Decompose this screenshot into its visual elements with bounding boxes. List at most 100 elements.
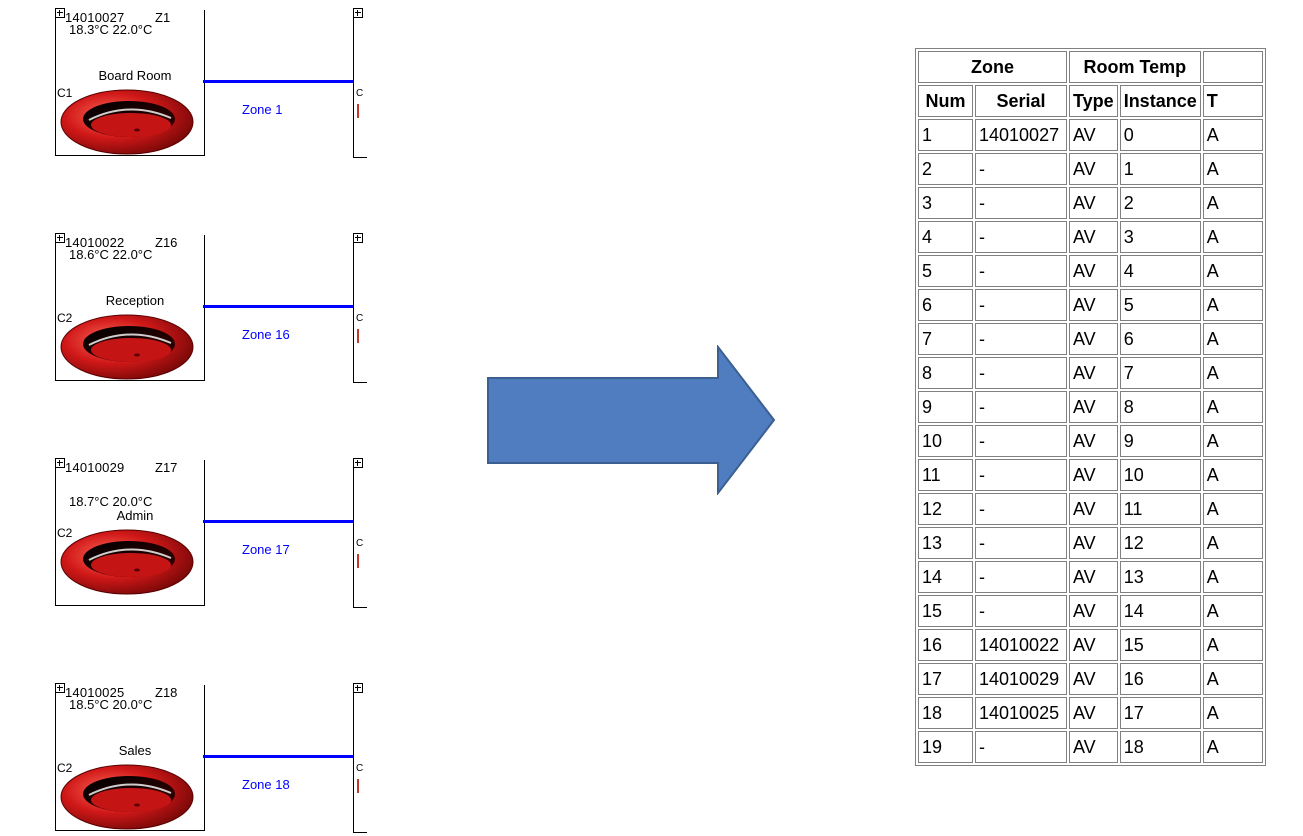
cell-type: AV [1069,595,1118,627]
cell-instance: 15 [1119,629,1201,661]
zone-temperatures: 18.5°C 20.0°C [69,697,153,712]
cell-serial: - [975,357,1067,389]
zone-tile[interactable]: 14010027 Z1 18.3°C 22.0°C Board Room C1 … [47,0,367,160]
room-name: Reception [105,293,165,308]
zone-link-line [203,305,353,308]
expand-icon[interactable] [353,458,363,468]
expand-icon[interactable] [353,233,363,243]
cell-serial: 14010022 [975,629,1067,661]
cell-type-2: A [1202,221,1263,253]
zone-label[interactable]: Zone 1 [242,102,282,117]
cell-serial: - [975,391,1067,423]
cell-num: 18 [918,697,973,729]
cell-type: AV [1069,663,1118,695]
thermostat-icon[interactable] [59,311,195,381]
thermostat-icon[interactable] [59,86,195,156]
cell-serial: - [975,493,1067,525]
cell-instance: 18 [1119,731,1201,763]
adjacent-tile-frame: C [353,18,367,158]
table-row: 8- AV 7 A [918,357,1263,389]
cell-type: AV [1069,731,1118,763]
col-header-instance: Instance [1119,85,1201,117]
zone-label[interactable]: Zone 17 [242,542,290,557]
cell-instance: 9 [1119,425,1201,457]
expand-icon[interactable] [353,8,363,18]
expand-icon[interactable] [55,683,65,693]
table-row: 10- AV 9 A [918,425,1263,457]
cell-num: 7 [918,323,973,355]
cell-num: 13 [918,527,973,559]
cell-num: 14 [918,561,973,593]
cell-serial: - [975,153,1067,185]
cell-type-2: A [1202,595,1263,627]
cell-num: 17 [918,663,973,695]
cell-serial: - [975,731,1067,763]
cell-type: AV [1069,153,1118,185]
cell-instance: 3 [1119,221,1201,253]
cell-type: AV [1069,255,1118,287]
cell-serial: - [975,425,1067,457]
adjacent-tile-frame: C [353,693,367,833]
cell-instance: 17 [1119,697,1201,729]
zone-code: Z18 [155,685,178,700]
table-row: 15- AV 14 A [918,595,1263,627]
cell-type-2: A [1202,153,1263,185]
cell-serial: - [975,527,1067,559]
cell-instance: 5 [1119,289,1201,321]
expand-icon[interactable] [55,233,65,243]
table-row: 1 14010027 AV 0 A [918,119,1263,151]
table-row: 5- AV 4 A [918,255,1263,287]
cell-type-2: A [1202,697,1263,729]
cell-num: 12 [918,493,973,525]
cell-type: AV [1069,561,1118,593]
table-row: 4- AV 3 A [918,221,1263,253]
table-row: 19- AV 18 A [918,731,1263,763]
room-name: Admin [116,508,154,523]
zone-label[interactable]: Zone 16 [242,327,290,342]
cell-instance: 8 [1119,391,1201,423]
cell-instance: 13 [1119,561,1201,593]
expand-icon[interactable] [55,458,65,468]
cell-serial: - [975,289,1067,321]
cell-type: AV [1069,289,1118,321]
table-body: 1 14010027 AV 0 A 2- AV 1 A 3- AV 2 A 4- AV 3 A 5- AV 4 A 6- A… [918,119,1263,763]
expand-icon[interactable] [353,683,363,693]
cell-type: AV [1069,493,1118,525]
cell-type-2: A [1202,391,1263,423]
zone-tile[interactable]: 14010029 Z17 18.7°C 20.0°C Admin C2 Zone… [47,450,367,610]
zone-tile[interactable]: 14010025 Z18 18.5°C 20.0°C Sales C2 Zone… [47,675,367,835]
cell-instance: 6 [1119,323,1201,355]
expand-icon[interactable] [55,8,65,18]
cell-num: 5 [918,255,973,287]
bacnet-table-panel: Zone Room Temp Num Serial Type Instance … [915,48,1303,827]
adjacent-tile-marker [357,329,359,343]
zone-tile[interactable]: 14010022 Z16 18.6°C 22.0°C Reception C2 … [47,225,367,385]
zone-code: Z1 [155,10,171,25]
table-row: 2- AV 1 A [918,153,1263,185]
cell-num: 15 [918,595,973,627]
thermostat-icon[interactable] [59,761,195,831]
table-row: 17 14010029 AV 16 A [918,663,1263,695]
cell-serial: - [975,187,1067,219]
cell-type: AV [1069,187,1118,219]
cell-type-2: A [1202,629,1263,661]
cell-num: 19 [918,731,973,763]
cell-num: 8 [918,357,973,389]
right-arrow-icon [487,345,776,495]
thermostat-icon[interactable] [59,526,195,596]
cell-instance: 16 [1119,663,1201,695]
cell-num: 2 [918,153,973,185]
table-row: 13- AV 12 A [918,527,1263,559]
adjacent-tile-label: C [356,313,364,324]
room-name: Board Room [98,68,172,83]
zone-code: Z16 [155,235,178,250]
cell-type-2: A [1202,425,1263,457]
cell-type-2: A [1202,255,1263,287]
cell-serial: 14010027 [975,119,1067,151]
cell-type: AV [1069,357,1118,389]
zone-label[interactable]: Zone 18 [242,777,290,792]
group-header-zone: Zone [918,51,1067,83]
cell-serial: - [975,561,1067,593]
table-row: 18 14010025 AV 17 A [918,697,1263,729]
col-header-serial: Serial [975,85,1067,117]
